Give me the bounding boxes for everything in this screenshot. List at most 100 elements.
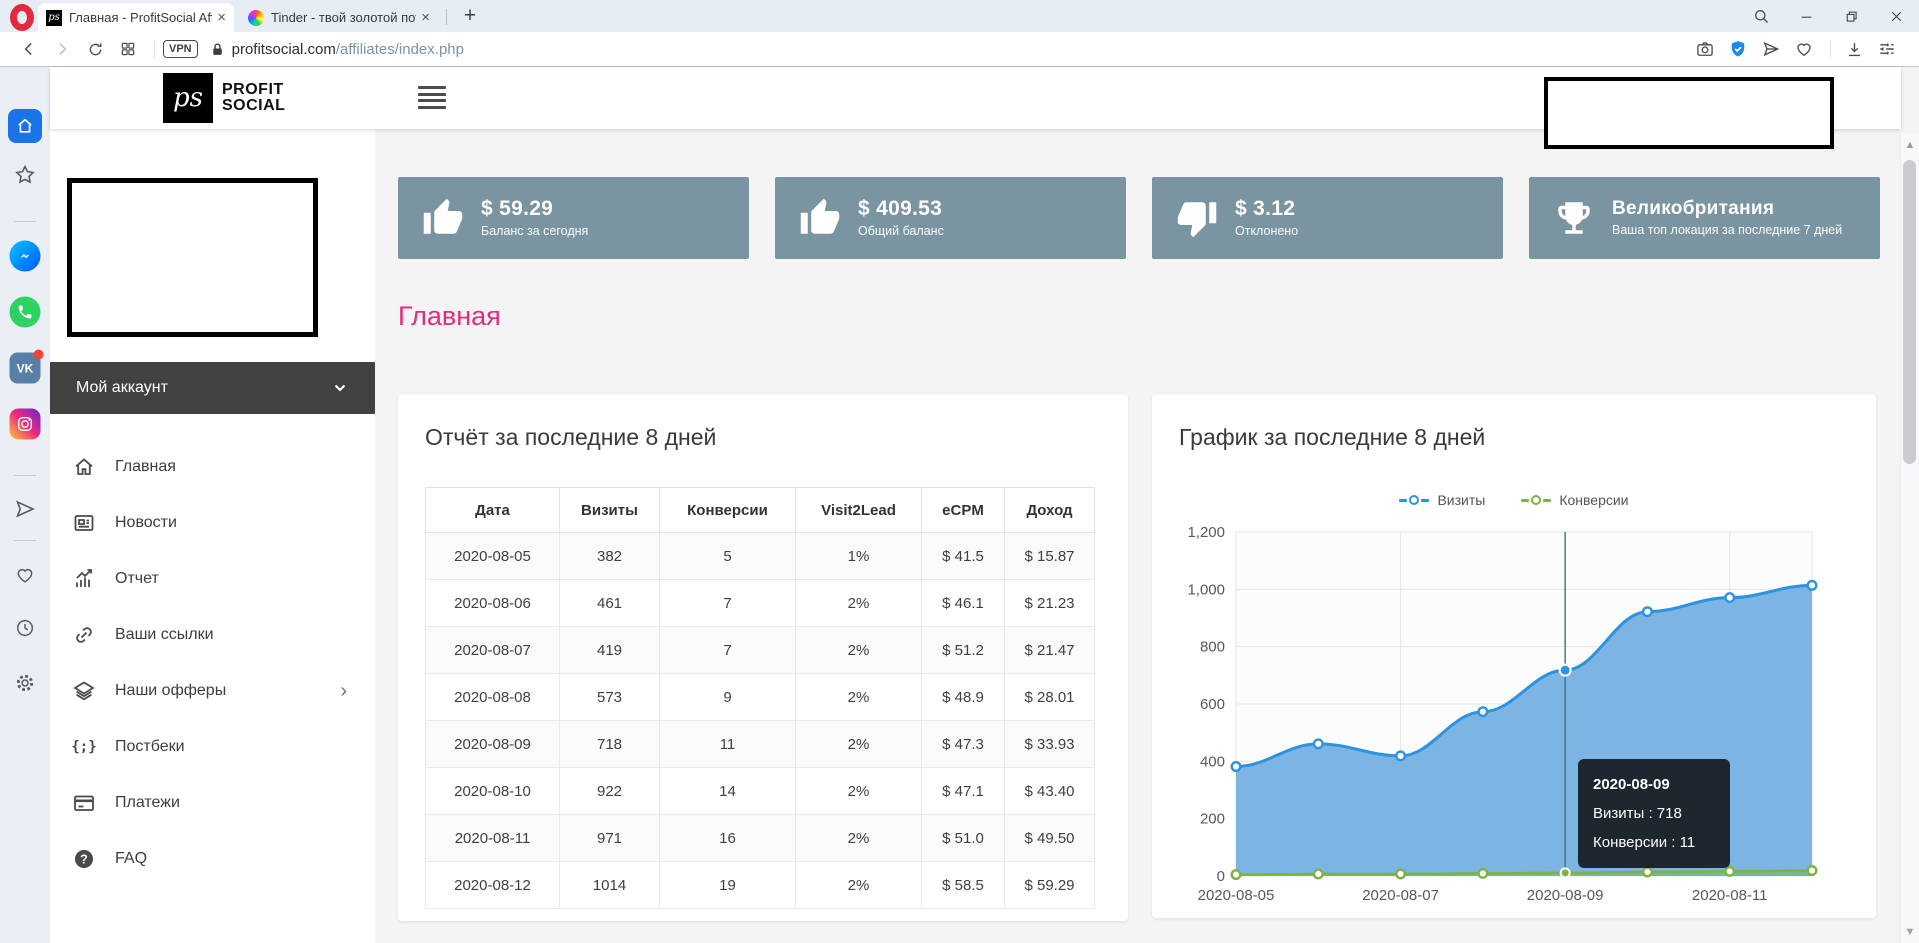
sidebar-item-postbacks[interactable]: {;}Постбеки <box>50 719 375 775</box>
table-cell: 9 <box>660 674 796 721</box>
sidebar-item-label: Новости <box>115 514 177 532</box>
legend-dash <box>1421 499 1429 502</box>
news-icon <box>72 511 96 535</box>
minimize-icon[interactable] <box>1784 0 1829 32</box>
stat-label: Ваша топ локация за последние 7 дней <box>1612 223 1842 238</box>
speed-dial-grid-icon[interactable] <box>113 35 143 63</box>
sidebar-item-faq[interactable]: ? FAQ <box>50 831 375 887</box>
braces-icon: {;} <box>72 735 96 759</box>
sidebar-item-offers[interactable]: Наши офферы› <box>50 663 375 719</box>
main-content: $ 59.29Баланс за сегодня$ 409.53Общий ба… <box>375 129 1901 943</box>
reload-icon[interactable] <box>80 35 110 63</box>
heart-icon[interactable] <box>14 564 36 586</box>
table-cell: 2020-08-06 <box>426 580 560 627</box>
legend-item[interactable]: Визиты <box>1399 492 1485 508</box>
lock-icon[interactable] <box>207 35 229 63</box>
stat-label: Отклонено <box>1235 224 1298 239</box>
stat-card: $ 3.12 Отклонено <box>1152 177 1503 259</box>
restore-icon[interactable] <box>1829 0 1874 32</box>
thumb-up-icon <box>422 197 464 239</box>
scroll-up-icon[interactable]: ▲ <box>1905 139 1916 151</box>
tab-tinder[interactable]: Tinder - твой золотой пот × <box>240 3 438 32</box>
table-cell: $ 33.93 <box>1005 721 1095 768</box>
speed-dial-home-icon[interactable] <box>8 109 42 143</box>
table-cell: $ 48.9 <box>922 674 1005 721</box>
forward-icon[interactable] <box>47 35 77 63</box>
sidebar-item-label: FAQ <box>115 850 147 868</box>
tooltip-line: Конверсии : 11 <box>1593 828 1715 857</box>
tab-profitsocial[interactable]: ps Главная - ProfitSocial Affili × <box>38 3 234 32</box>
menu-hamburger-icon[interactable] <box>418 86 446 112</box>
table-row: 2020-08-11971162%$ 51.0$ 49.50 <box>426 815 1095 862</box>
sidebar-item-report[interactable]: Отчет <box>50 551 375 607</box>
table-cell: $ 41.5 <box>922 533 1005 580</box>
download-icon[interactable] <box>1839 35 1869 63</box>
chart-plot: 02004006008001,0001,2002020-08-052020-08… <box>1160 516 1866 916</box>
column-header: Визиты <box>560 488 660 533</box>
search-icon[interactable] <box>1739 0 1784 32</box>
vpn-badge[interactable]: VPN <box>163 40 198 58</box>
scrollbar-thumb[interactable] <box>1903 160 1916 464</box>
whatsapp-icon[interactable] <box>10 297 41 328</box>
window-controls <box>1739 0 1919 32</box>
sidebar-item-news[interactable]: Новости <box>50 495 375 551</box>
back-icon[interactable] <box>14 35 44 63</box>
bookmarks-star-icon[interactable] <box>13 163 37 187</box>
svg-text:1,200: 1,200 <box>1187 524 1225 541</box>
tab-separator <box>446 9 447 25</box>
profitsocial-favicon: ps <box>46 10 62 26</box>
sidebar-item-label: Платежи <box>115 794 180 812</box>
svg-text:2020-08-11: 2020-08-11 <box>1692 887 1768 904</box>
table-header: ДатаВизитыКонверсииVisit2LeadeCPMДоход <box>426 488 1095 533</box>
scroll-down-icon[interactable]: ▼ <box>1905 926 1916 938</box>
stat-text: $ 59.29Баланс за сегодня <box>481 197 588 239</box>
address-bar[interactable]: profitsocial.com/affiliates/index.php <box>232 41 464 58</box>
logo-line1: PROFIT <box>222 82 285 98</box>
close-tab-icon[interactable]: × <box>421 10 430 25</box>
camera-icon[interactable] <box>1690 35 1720 63</box>
question-icon: ? <box>72 847 96 871</box>
table-cell: $ 15.87 <box>1005 533 1095 580</box>
legend-marker-icon <box>1409 495 1419 505</box>
account-section-header[interactable]: Мой аккаунт <box>50 362 375 414</box>
send-plane-icon[interactable] <box>1756 35 1786 63</box>
messenger-icon[interactable] <box>10 241 41 272</box>
table-cell: $ 21.23 <box>1005 580 1095 627</box>
legend-dash <box>1399 499 1407 502</box>
sidebar-item-home[interactable]: Главная <box>50 439 375 495</box>
profitsocial-logo[interactable]: ps PROFIT SOCIAL <box>163 73 285 123</box>
chart-legend: Визиты Конверсии <box>1152 492 1876 508</box>
close-icon[interactable] <box>1874 0 1919 32</box>
table-row: 2020-08-0857392%$ 48.9$ 28.01 <box>426 674 1095 721</box>
stat-value: $ 3.12 <box>1235 197 1298 221</box>
stat-label: Баланс за сегодня <box>481 224 588 239</box>
table-cell: $ 47.1 <box>922 768 1005 815</box>
table-cell: 1014 <box>560 862 660 909</box>
page-scrollbar[interactable]: ▲ ▼ <box>1900 134 1919 943</box>
table-cell: 2% <box>796 768 922 815</box>
legend-marker-icon <box>1531 495 1541 505</box>
table-cell: 573 <box>560 674 660 721</box>
table-cell: $ 21.47 <box>1005 627 1095 674</box>
my-flow-plane-icon[interactable] <box>13 497 37 521</box>
close-tab-icon[interactable]: × <box>217 10 226 25</box>
table-cell: $ 43.40 <box>1005 768 1095 815</box>
tuner-icon[interactable] <box>1872 35 1902 63</box>
tooltip-line: Визиты : 718 <box>1593 799 1715 828</box>
table-cell: 2020-08-08 <box>426 674 560 721</box>
legend-item[interactable]: Конверсии <box>1521 492 1628 508</box>
instagram-icon[interactable] <box>10 409 41 440</box>
heart-icon[interactable] <box>1789 35 1819 63</box>
svg-text:600: 600 <box>1200 696 1225 713</box>
shield-check-icon[interactable] <box>1723 35 1753 63</box>
table-cell: 11 <box>660 721 796 768</box>
sidebar-item-links[interactable]: Ваши ссылки <box>50 607 375 663</box>
history-clock-icon[interactable] <box>14 617 36 639</box>
new-tab-button[interactable]: + <box>456 2 484 30</box>
table-row: 2020-08-121014192%$ 58.5$ 59.29 <box>426 862 1095 909</box>
vk-icon[interactable]: VK <box>10 353 41 384</box>
settings-gear-icon[interactable] <box>14 672 37 695</box>
sidebar-item-payments[interactable]: Платежи <box>50 775 375 831</box>
opera-logo-icon[interactable] <box>10 4 34 31</box>
stat-value: Великобритания <box>1612 198 1842 220</box>
